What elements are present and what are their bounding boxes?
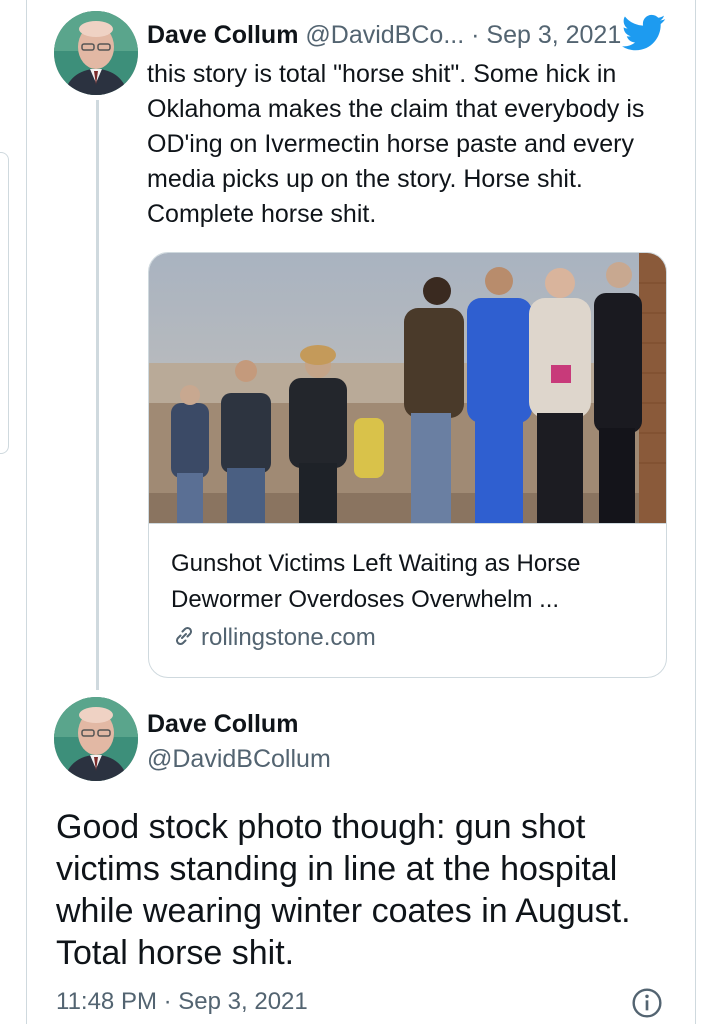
tweet1-header: Dave Collum @DavidBCo... · Sep 3, 2021 — [147, 18, 621, 52]
dot-separator: · — [471, 21, 480, 49]
side-panel-edge — [0, 152, 9, 454]
tweet2-body: Good stock photo though: gun shot victim… — [56, 808, 631, 972]
tweet-timestamp[interactable]: 11:48 PM · Sep 3, 2021 — [56, 986, 308, 1018]
tweet1-body: this story is total "horse shit". Some h… — [147, 60, 645, 228]
avatar[interactable] — [54, 11, 138, 95]
card-domain-text: rollingstone.com — [201, 624, 376, 651]
dot-separator: · — [163, 988, 172, 1015]
avatar[interactable] — [54, 697, 138, 781]
tweet-date[interactable]: Sep 3, 2021 — [486, 21, 621, 49]
card-domain[interactable]: rollingstone.com — [171, 621, 376, 655]
author-handle[interactable]: @DavidBCo... — [305, 21, 464, 49]
link-icon — [175, 626, 193, 646]
card-image — [149, 253, 666, 523]
avatar-portrait-image — [54, 11, 138, 95]
author-name[interactable]: Dave Collum — [147, 21, 298, 49]
author-name[interactable]: Dave Collum — [147, 707, 298, 741]
info-icon[interactable] — [631, 987, 663, 1019]
people-waiting-photo — [149, 253, 666, 523]
author-handle[interactable]: @DavidBCollum — [147, 742, 331, 776]
link-preview-card[interactable]: Gunshot Victims Left Waiting as Horse De… — [148, 252, 667, 678]
twitter-bird-icon — [622, 14, 666, 51]
card-title[interactable]: Gunshot Victims Left Waiting as Horse De… — [171, 546, 641, 618]
card-divider — [149, 523, 666, 524]
tweet-date: Sep 3, 2021 — [178, 988, 308, 1015]
thread-connector-line — [96, 100, 99, 690]
avatar-portrait-image — [54, 697, 138, 781]
tweet-time: 11:48 PM — [56, 988, 157, 1015]
